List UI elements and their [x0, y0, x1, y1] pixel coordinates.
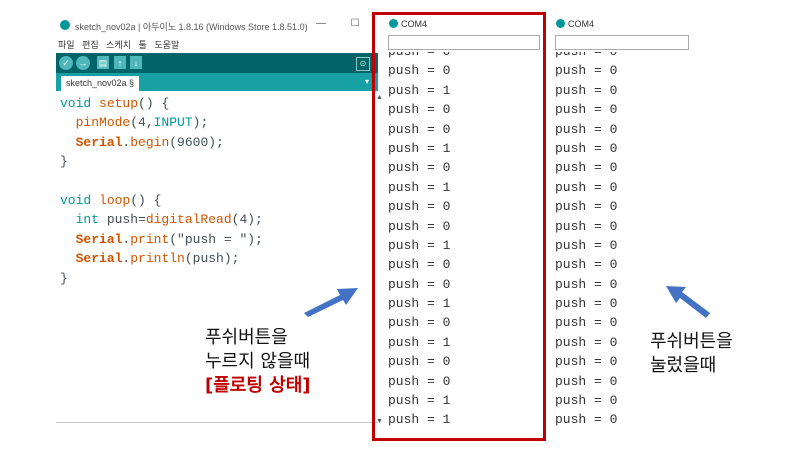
ide-titlebar: sketch_nov02a | 아두이노 1.8.16 (Windows Sto…: [56, 14, 378, 36]
save-sketch-icon[interactable]: ↓: [130, 56, 142, 69]
ide-menubar: 파일 편집 스케치 툴 도움말: [56, 38, 182, 52]
serial-output: push = 0 push = 0 push = 0 push = 0 push = 0…: [553, 52, 689, 438]
new-sketch-icon[interactable]: ▤: [97, 56, 109, 69]
tab-sketch[interactable]: sketch_nov02a §: [61, 76, 140, 91]
code-line: Serial.begin(9600);: [75, 134, 224, 150]
code-line: }: [60, 154, 68, 170]
serial-line: push = 0: [555, 218, 618, 234]
serial-line: push = 0: [555, 257, 618, 273]
code-line: pinMode(4,INPUT);: [75, 115, 209, 131]
arduino-app-icon: [60, 20, 70, 30]
serial-line: push = 0: [555, 237, 618, 253]
open-sketch-icon[interactable]: ↑: [114, 56, 126, 69]
serial-monitor-icon[interactable]: ⊙: [356, 57, 370, 71]
tab-menu-icon[interactable]: ▾: [362, 77, 372, 87]
arduino-app-icon: [556, 19, 565, 28]
serial-line: push = 0: [555, 160, 618, 176]
menu-sketch[interactable]: 스케치: [106, 40, 131, 50]
caption-not-pressed: 푸쉬버튼을 누르지 않을때 [플로팅 상태]: [205, 326, 311, 398]
menu-file[interactable]: 파일: [58, 40, 75, 50]
serial-line: push = 0: [555, 199, 618, 215]
ide-toolbar: ✓ → ▤ ↑ ↓ ⊙: [56, 53, 378, 73]
menu-tools[interactable]: 툴: [139, 40, 147, 50]
menu-edit[interactable]: 편집: [82, 40, 99, 50]
caption-floating-state: [플로팅 상태]: [205, 375, 311, 396]
menu-help[interactable]: 도움말: [154, 40, 179, 50]
serial-line: push = 0: [555, 121, 618, 137]
code-line: Serial.println(push);: [75, 251, 240, 267]
upload-icon[interactable]: →: [76, 56, 90, 70]
serial-line: push = 0: [555, 63, 618, 79]
serial-line: push = 0: [555, 412, 618, 428]
code-line: int push=digitalRead(4);: [75, 212, 263, 228]
serial-line: push = 0: [555, 393, 618, 409]
code-line: Serial.print("push = ");: [75, 231, 263, 247]
ide-divider: [56, 422, 378, 423]
verify-icon[interactable]: ✓: [59, 56, 73, 70]
caption-pressed: 푸쉬버튼을 눌렀을때: [650, 330, 733, 378]
serial-line: push = 0: [555, 179, 618, 195]
minimize-button[interactable]: —: [304, 18, 338, 29]
caption-line: 푸쉬버튼을: [650, 331, 733, 352]
serial-line: push = 0: [555, 102, 618, 118]
caption-line: 눌렀을때: [650, 355, 717, 376]
ide-window-title: sketch_nov02a | 아두이노 1.8.16 (Windows Sto…: [75, 22, 308, 32]
code-line: void loop() {: [60, 192, 162, 208]
arrow-up-left-icon: [666, 286, 710, 318]
serial-line: push = 0: [553, 52, 689, 61]
maximize-button[interactable]: ☐: [338, 18, 372, 29]
caption-line: 누르지 않을때: [205, 351, 311, 372]
arrow-up-right-icon: [304, 288, 358, 317]
serial-line: push = 0: [555, 82, 618, 98]
highlight-frame: [372, 12, 546, 441]
window-controls: — ☐: [304, 18, 372, 29]
serial-port-title: COM4: [568, 19, 595, 29]
code-line: void setup() {: [60, 96, 170, 111]
serial-line: push = 0: [555, 140, 618, 156]
ide-tabbar: sketch_nov02a § ▾: [56, 73, 378, 91]
caption-line: 푸쉬버튼을: [205, 327, 288, 348]
serial-send-input[interactable]: [555, 35, 689, 50]
